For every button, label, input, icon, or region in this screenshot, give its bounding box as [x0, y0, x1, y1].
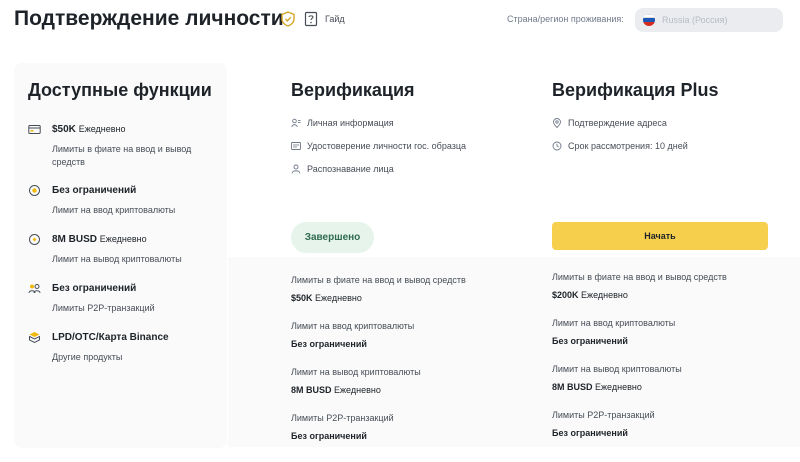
face-icon — [291, 164, 301, 174]
requirement-label: Подтверждение адреса — [568, 118, 667, 128]
feature-desc: Лимиты P2P-транзакций — [52, 303, 155, 313]
guide-icon[interactable] — [304, 11, 318, 27]
personal-info-icon — [291, 118, 301, 128]
requirement-label: Распознавание лица — [307, 164, 394, 174]
feature-title: Без ограничений — [52, 185, 137, 196]
limit-value: Без ограничений — [291, 339, 367, 349]
page-title: Подтверждение личности — [14, 7, 284, 30]
limit-label: Лимит на ввод криптовалюты — [552, 318, 676, 328]
guide-link[interactable]: Гайд — [325, 14, 345, 24]
feature-desc: Лимиты в фиате на ввод и вывод средств — [52, 144, 192, 167]
limit-label: Лимит на вывод криптовалюты — [291, 367, 421, 377]
feature-desc: Другие продукты — [52, 352, 123, 362]
feature-title: LPD/OTC/Карта Binance — [52, 332, 169, 343]
feature-desc: Лимит на ввод криптовалюты — [52, 205, 176, 215]
feature-daily: Ежедневно — [99, 234, 147, 244]
start-button[interactable]: Начать — [552, 222, 768, 250]
page-header: Подтверждение личности Гайд Страна/регио… — [0, 0, 800, 40]
limit-value: Без ограничений — [552, 428, 628, 438]
feature-daily: Ежедневно — [78, 124, 126, 134]
requirement-label: Личная информация — [307, 118, 394, 128]
limit-value: $50K Ежедневно — [291, 293, 362, 303]
crypto-withdraw-icon — [29, 234, 40, 245]
clock-icon — [552, 141, 562, 151]
binance-icon — [29, 332, 40, 344]
limit-label: Лимиты в фиате на ввод и вывод средств — [291, 275, 466, 285]
limit-label: Лимиты P2P-транзакций — [291, 413, 394, 423]
limit-value: Без ограничений — [291, 431, 367, 441]
feature-desc: Лимит на вывод криптовалюты — [52, 254, 182, 264]
limit-value: 8M BUSD Ежедневно — [552, 382, 642, 392]
card-icon — [28, 125, 41, 134]
region-select[interactable]: Russia (Россия) — [635, 8, 783, 32]
id-card-icon — [291, 142, 301, 150]
requirement-label: Удостоверение личности гос. образца — [307, 141, 467, 151]
requirement-label: Срок рассмотрения: 10 дней — [568, 141, 688, 151]
feature-title: $50K — [52, 124, 76, 135]
russia-flag-icon — [643, 14, 655, 26]
limit-label: Лимит на ввод криптовалюты — [291, 321, 415, 331]
region-value: Russia (Россия) — [662, 15, 728, 25]
limit-label: Лимит на вывод криптовалюты — [552, 364, 682, 374]
limit-value: Без ограничений — [552, 336, 628, 346]
feature-title: Без ограничений — [52, 283, 137, 294]
region-label: Страна/регион проживания: — [507, 14, 624, 24]
limit-label: Лимиты в фиате на ввод и вывод средств — [552, 272, 727, 282]
verification-title: Верификация — [291, 80, 415, 100]
limit-value: 8M BUSD Ежедневно — [291, 385, 381, 395]
feature-title: 8M BUSD — [52, 234, 98, 245]
location-icon — [553, 118, 561, 128]
verification-plus-title: Верификация Plus — [552, 80, 719, 100]
limit-value: $200K Ежедневно — [552, 290, 628, 300]
available-features-panel: Доступные функции $50K Ежедневно Лимиты … — [14, 63, 227, 448]
crypto-deposit-icon — [29, 185, 40, 196]
status-badge: Завершено — [291, 222, 374, 253]
panel-title: Доступные функции — [28, 80, 212, 100]
shield-icon — [281, 11, 295, 27]
limit-label: Лимиты P2P-транзакций — [552, 410, 655, 420]
p2p-icon — [28, 284, 41, 294]
